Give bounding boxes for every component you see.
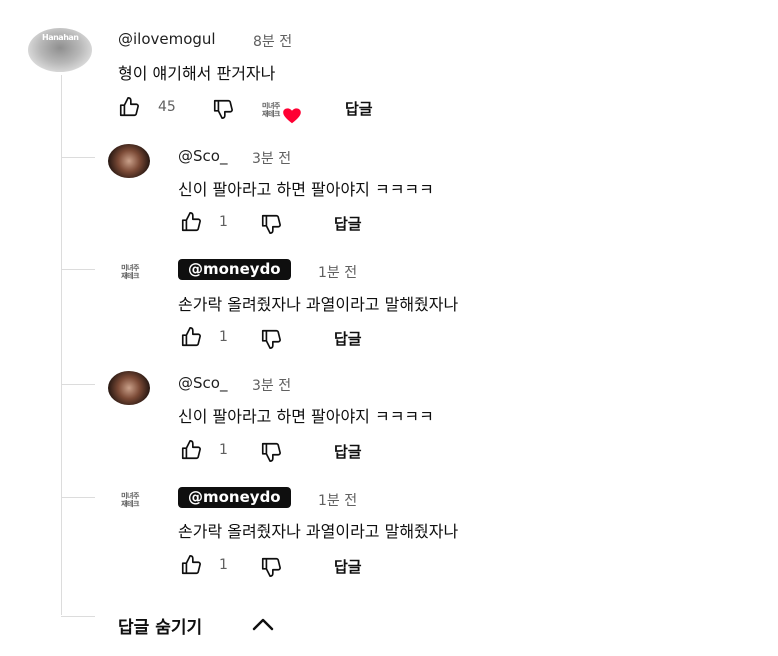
comment-text: 손가락 올려줬자나 과열이라고 말해줬자나 — [178, 295, 459, 314]
thumbs-up-icon[interactable] — [180, 554, 202, 576]
comment-time[interactable]: 8분 전 — [253, 31, 292, 51]
thread-line — [61, 75, 62, 615]
thumbs-down-icon[interactable] — [260, 441, 282, 463]
comment-time[interactable]: 3분 전 — [252, 148, 291, 168]
comment-text: 손가락 올려줬자나 과열이라고 말해줬자나 — [178, 522, 459, 541]
like-count: 1 — [219, 442, 228, 458]
reply-button[interactable]: 답글 — [334, 556, 362, 577]
hide-replies-button[interactable]: 답글 숨기기 — [118, 613, 202, 638]
avatar[interactable] — [108, 371, 150, 405]
comment-author[interactable]: @ilovemogul — [118, 30, 216, 48]
comment-time[interactable]: 1분 전 — [318, 262, 357, 282]
thread-branch — [61, 157, 95, 158]
avatar[interactable] — [108, 144, 150, 178]
thumbs-down-icon[interactable] — [212, 98, 234, 120]
like-count: 45 — [158, 99, 176, 115]
creator-author-badge[interactable]: @moneydo — [178, 259, 291, 280]
thumbs-down-icon[interactable] — [260, 213, 282, 235]
thumbs-up-icon[interactable] — [180, 211, 202, 233]
avatar-text: Hanahan — [42, 33, 79, 42]
thumbs-up-icon[interactable] — [118, 96, 140, 118]
comment-text: 형이 얘기해서 판거자나 — [118, 64, 276, 83]
thumbs-down-icon[interactable] — [260, 328, 282, 350]
like-count: 1 — [219, 557, 228, 573]
creator-author-badge[interactable]: @moneydo — [178, 487, 291, 508]
thumbs-down-icon[interactable] — [260, 556, 282, 578]
creator-logo: 미녀주 재테크 — [262, 102, 280, 118]
like-count: 1 — [219, 214, 228, 230]
comment-author[interactable]: @Sco_ — [178, 374, 227, 392]
thread-branch — [61, 269, 95, 270]
like-count: 1 — [219, 329, 228, 345]
avatar[interactable]: 미녀주 재테크 — [110, 490, 150, 510]
comment-text: 신이 팔아라고 하면 팔아야지 ㅋㅋㅋㅋ — [178, 407, 434, 426]
comment-time[interactable]: 1분 전 — [318, 490, 357, 510]
heart-icon — [283, 108, 301, 124]
reply-button[interactable]: 답글 — [334, 213, 362, 234]
thumbs-up-icon[interactable] — [180, 326, 202, 348]
avatar[interactable]: Hanahan — [28, 28, 92, 72]
thread-branch — [61, 497, 95, 498]
thumbs-up-icon[interactable] — [180, 439, 202, 461]
thread-branch — [61, 616, 95, 617]
thread-branch — [61, 384, 95, 385]
comment-time[interactable]: 3분 전 — [252, 375, 291, 395]
chevron-up-icon[interactable] — [250, 614, 276, 634]
comment-author[interactable]: @Sco_ — [178, 147, 227, 165]
reply-button[interactable]: 답글 — [334, 441, 362, 462]
creator-logo: 미녀주 재테크 — [121, 492, 139, 508]
comment-text: 신이 팔아라고 하면 팔아야지 ㅋㅋㅋㅋ — [178, 180, 434, 199]
reply-button[interactable]: 답글 — [345, 98, 373, 119]
creator-heart: 미녀주 재테크 — [262, 100, 302, 124]
creator-logo: 미녀주 재테크 — [121, 264, 139, 280]
reply-button[interactable]: 답글 — [334, 328, 362, 349]
avatar[interactable]: 미녀주 재테크 — [110, 262, 150, 282]
